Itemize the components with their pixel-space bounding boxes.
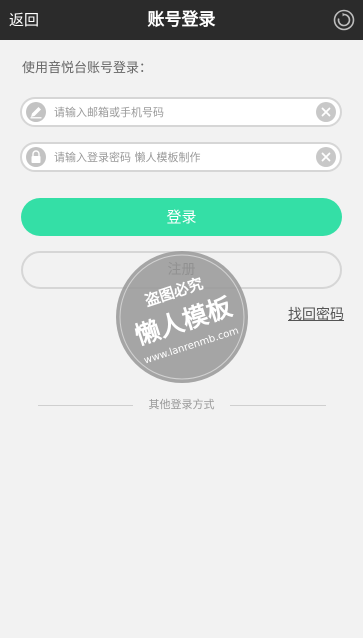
refresh-icon[interactable] [333, 9, 355, 31]
top-bar: 返回 账号登录 [0, 0, 363, 40]
username-field [20, 97, 342, 127]
watermark-text-3: www.lanrenmb.com [143, 325, 241, 366]
watermark-text-2: 懒人模板 [131, 292, 235, 350]
lock-icon [26, 147, 46, 167]
login-button[interactable]: 登录 [21, 198, 342, 236]
page-title: 账号登录 [147, 10, 216, 30]
login-prompt: 使用音悦台账号登录： [22, 61, 153, 76]
username-input[interactable] [54, 102, 304, 122]
password-input[interactable] [54, 147, 304, 167]
clear-icon[interactable] [316, 102, 336, 122]
pencil-icon [26, 102, 46, 122]
clear-icon[interactable] [316, 147, 336, 167]
register-button[interactable]: 注册 [21, 251, 342, 289]
password-field [20, 142, 342, 172]
divider-right [230, 405, 326, 406]
forgot-password-link[interactable]: 找回密码 [288, 305, 344, 325]
